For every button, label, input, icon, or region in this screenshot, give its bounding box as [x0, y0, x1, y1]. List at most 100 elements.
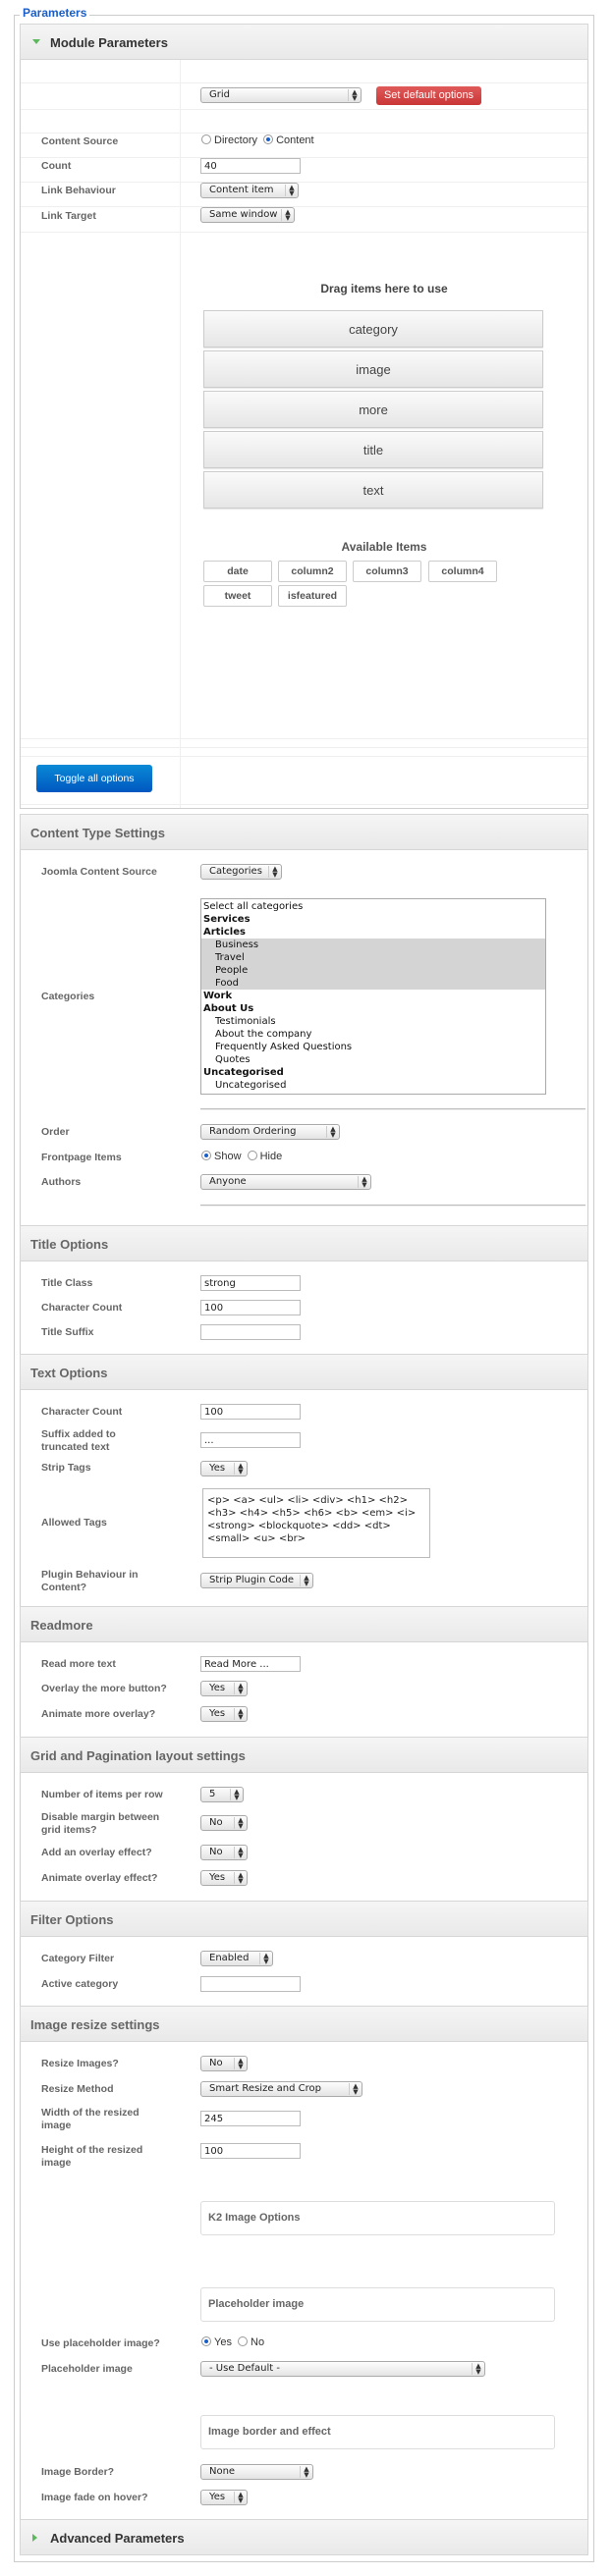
overlay-effect-select[interactable]: No ▲ ▼	[200, 1845, 248, 1860]
used-item-image[interactable]: image	[203, 350, 543, 388]
placeholder-image-select[interactable]: - Use Default - ▲ ▼	[200, 2361, 485, 2377]
category-filter-label: Category Filter	[41, 1953, 115, 1964]
resize-method-value: Smart Resize and Crop	[209, 2083, 321, 2094]
link-target-label: Link Target	[41, 210, 96, 222]
available-item-column3[interactable]: column3	[353, 561, 421, 582]
available-item-date[interactable]: date	[203, 561, 272, 582]
set-default-options-button[interactable]: Set default options	[376, 86, 481, 105]
radio-content[interactable]	[263, 134, 274, 144]
link-target-select[interactable]: Same window ▲ ▼	[200, 207, 295, 223]
category-option[interactable]: Work	[201, 990, 545, 1002]
readmore-text-input[interactable]	[200, 1656, 301, 1672]
disable-margin-select[interactable]: No ▲ ▼	[200, 1815, 248, 1831]
category-option[interactable]: Frequently Asked Questions	[201, 1041, 545, 1053]
authors-value: Anyone	[209, 1176, 247, 1187]
category-option[interactable]: Articles	[201, 926, 545, 939]
active-category-input[interactable]	[200, 1976, 301, 1992]
category-option[interactable]: Uncategorised	[201, 1079, 545, 1092]
available-item-column2[interactable]: column2	[278, 561, 347, 582]
resize-width-input[interactable]	[200, 2111, 301, 2126]
used-item-category[interactable]: category	[203, 310, 543, 348]
radio-show[interactable]	[201, 1151, 211, 1160]
content-type-header: Content Type Settings	[20, 814, 588, 850]
radio-directory-label: Directory	[214, 134, 258, 146]
category-option[interactable]: Quotes	[201, 1053, 545, 1066]
radio-placeholder-yes[interactable]	[201, 2336, 211, 2346]
resize-method-select[interactable]: Smart Resize and Crop ▲ ▼	[200, 2081, 362, 2097]
animate-more-value: Yes	[209, 1708, 226, 1719]
link-target-value: Same window	[209, 209, 278, 220]
category-option[interactable]: Food	[201, 977, 545, 990]
category-filter-select[interactable]: Enabled ▲ ▼	[200, 1951, 273, 1966]
used-item-text[interactable]: text	[203, 471, 543, 509]
row-divider	[21, 82, 587, 83]
title-class-input[interactable]	[200, 1275, 301, 1291]
category-option[interactable]: Select all categories	[201, 900, 545, 913]
module-panel-header[interactable]: Module Parameters	[20, 24, 588, 60]
plugin-behaviour-select[interactable]: Strip Plugin Code ▲ ▼	[200, 1573, 313, 1588]
authors-label: Authors	[41, 1176, 82, 1188]
animate-more-label: Animate more overlay?	[41, 1708, 156, 1720]
category-option[interactable]: Uncategorised	[201, 1066, 545, 1079]
order-select[interactable]: Random Ordering ▲ ▼	[200, 1124, 340, 1140]
title-options-title: Title Options	[30, 1237, 109, 1252]
animate-overlay-label: Animate overlay effect?	[41, 1872, 158, 1884]
used-item-more[interactable]: more	[203, 391, 543, 428]
count-input[interactable]	[200, 158, 301, 174]
text-char-count-input[interactable]	[200, 1404, 301, 1420]
placeholder-image-label: Placeholder image	[41, 2363, 133, 2375]
radio-directory[interactable]	[201, 134, 211, 144]
category-option[interactable]: About Us	[201, 1002, 545, 1015]
allowed-tags-textarea[interactable]: <p> <a> <ul> <li> <div> <h1> <h2> <h3> <…	[202, 1488, 430, 1558]
available-item-column4[interactable]: column4	[428, 561, 497, 582]
toggle-all-options-button[interactable]: Toggle all options	[36, 765, 152, 792]
resize-images-select[interactable]: No ▲ ▼	[200, 2056, 248, 2071]
select-arrows-icon: ▲ ▼	[326, 1126, 339, 1139]
overlay-more-label: Overlay the more button?	[41, 1683, 167, 1694]
image-fade-select[interactable]: Yes ▲ ▼	[200, 2490, 248, 2505]
truncate-suffix-input[interactable]	[200, 1432, 301, 1448]
row-divider	[21, 182, 587, 183]
readmore-header: Readmore	[20, 1606, 588, 1642]
advanced-parameters-title: Advanced Parameters	[50, 2531, 185, 2546]
radio-placeholder-yes-label: Yes	[214, 2336, 232, 2348]
category-option[interactable]: About the company	[201, 1028, 545, 1041]
animate-overlay-select[interactable]: Yes ▲ ▼	[200, 1870, 248, 1886]
title-char-count-input[interactable]	[200, 1300, 301, 1315]
per-row-select[interactable]: 5 ▲ ▼	[200, 1787, 244, 1802]
categories-listbox[interactable]: Select all categories Services Articles Bus…	[200, 898, 546, 1095]
row-divider	[21, 756, 587, 757]
readmore-text-label: Read more text	[41, 1658, 116, 1670]
filter-title: Filter Options	[30, 1912, 114, 1927]
link-behaviour-select[interactable]: Content item ▲ ▼	[200, 183, 299, 198]
radio-content-label: Content	[276, 134, 314, 146]
joomla-source-select[interactable]: Categories ▲ ▼	[200, 864, 282, 880]
category-option[interactable]: Business	[201, 939, 545, 951]
authors-select[interactable]: Anyone ▲ ▼	[200, 1174, 371, 1190]
per-row-label: Number of items per row	[41, 1789, 163, 1800]
image-border-select[interactable]: None ▲ ▼	[200, 2464, 313, 2480]
collapsed-triangle-icon	[32, 2534, 37, 2542]
overlay-more-select[interactable]: Yes ▲ ▼	[200, 1681, 248, 1696]
radio-placeholder-no[interactable]	[238, 2336, 249, 2346]
resize-images-label: Resize Images?	[41, 2058, 119, 2069]
category-option[interactable]: Travel	[201, 951, 545, 964]
radio-hide[interactable]	[247, 1151, 257, 1160]
layout-select[interactable]: Grid ▲ ▼	[200, 87, 362, 103]
resize-height-input[interactable]	[200, 2143, 301, 2159]
separator	[200, 1108, 585, 1110]
advanced-parameters-header[interactable]: Advanced Parameters	[20, 2519, 588, 2555]
available-item-tweet[interactable]: tweet	[203, 585, 272, 607]
strip-tags-select[interactable]: Yes ▲ ▼	[200, 1461, 248, 1476]
animate-overlay-value: Yes	[209, 1872, 226, 1883]
animate-more-select[interactable]: Yes ▲ ▼	[200, 1706, 248, 1722]
category-option[interactable]: People	[201, 964, 545, 977]
select-arrows-icon: ▲ ▼	[234, 2492, 247, 2504]
category-option[interactable]: Services	[201, 913, 545, 926]
link-behaviour-value: Content item	[209, 185, 274, 195]
module-panel-title: Module Parameters	[50, 35, 168, 50]
available-item-isfeatured[interactable]: isfeatured	[278, 585, 347, 607]
category-option[interactable]: Testimonials	[201, 1015, 545, 1028]
used-item-title[interactable]: title	[203, 431, 543, 468]
title-suffix-input[interactable]	[200, 1324, 301, 1340]
